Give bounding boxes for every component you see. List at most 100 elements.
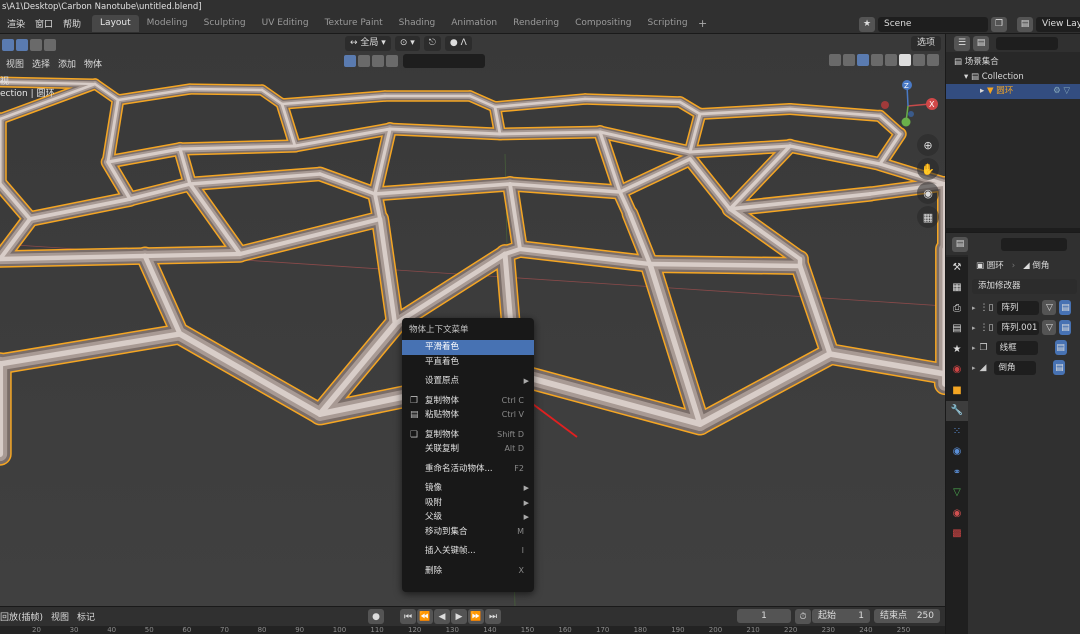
- menu-item-set-origin[interactable]: 设置原点 ▶: [402, 374, 534, 389]
- object-menu[interactable]: 物体: [84, 57, 102, 70]
- menu-item-shade-smooth[interactable]: 平滑着色: [402, 340, 534, 355]
- menu-item-parent[interactable]: 父级 ▶: [402, 510, 534, 525]
- select-invert-icon[interactable]: [44, 39, 56, 51]
- tab-scripting[interactable]: Scripting: [640, 15, 696, 32]
- particles-tab-icon[interactable]: ⁙: [946, 421, 968, 442]
- modifier-bevel[interactable]: ▸ ◢ 倒角 ▤: [972, 360, 1080, 375]
- expand-arrow-icon[interactable]: ▸: [972, 344, 976, 352]
- texture-tab-icon[interactable]: ▩: [946, 524, 968, 545]
- material-tab-icon[interactable]: ◉: [946, 503, 968, 524]
- marker-menu[interactable]: 标记: [77, 610, 95, 623]
- viewport-toggle-icon[interactable]: ▤: [1059, 300, 1072, 315]
- output-tab-icon[interactable]: ⎙: [946, 298, 968, 319]
- transform-orientation-dropdown[interactable]: ↔ 全局 ▾: [345, 36, 391, 51]
- zoom-icon[interactable]: ⊕: [917, 134, 939, 156]
- menu-item-delete[interactable]: 删除 X: [402, 564, 534, 579]
- properties-search-input[interactable]: [1001, 237, 1067, 251]
- editor-type-icon[interactable]: ☰: [954, 35, 970, 51]
- render-tab-icon[interactable]: ▦: [946, 278, 968, 299]
- add-menu[interactable]: 添加: [58, 57, 76, 70]
- tab-uv-editing[interactable]: UV Editing: [254, 15, 317, 32]
- pivot-dropdown[interactable]: ⊙ ▾: [394, 36, 420, 51]
- modifier-name-field[interactable]: 阵列.001: [997, 320, 1040, 335]
- timeline-ruler[interactable]: 20 30 40 50 60 70 80 90 100 110 120 130 140 150 160 170…: [0, 626, 945, 634]
- view-layer-tab-icon[interactable]: ▤: [946, 319, 968, 340]
- data-tab-icon[interactable]: ▽: [946, 483, 968, 504]
- menu-item-snap[interactable]: 吸附 ▶: [402, 496, 534, 511]
- filter-mesh-icon[interactable]: [344, 55, 356, 67]
- scene-icon[interactable]: ★: [859, 16, 875, 32]
- menu-item-duplicate-object[interactable]: ❏ 复制物体 Shift D: [402, 428, 534, 443]
- filter-light-icon[interactable]: [358, 55, 370, 67]
- 3d-viewport[interactable]: ↔ 全局 ▾ ⊙ ▾ ⎋ ● Λ 选项 视图 选择 添加 物体 视 ection…: [0, 34, 945, 606]
- constraints-tab-icon[interactable]: ⚭: [946, 462, 968, 483]
- jump-start-icon[interactable]: ⏮: [400, 609, 416, 624]
- add-workspace-button[interactable]: +: [696, 17, 710, 30]
- modifier-wrench-icon[interactable]: ⚙ ▽: [1053, 84, 1070, 99]
- jump-end-icon[interactable]: ⏭: [485, 609, 501, 624]
- menu-item-move-to-collection[interactable]: 移动到集合 M: [402, 525, 534, 540]
- world-tab-icon[interactable]: ◉: [946, 360, 968, 381]
- viewport-toggle-icon[interactable]: ▤: [1054, 340, 1067, 355]
- tool-tab-icon[interactable]: ⚒: [946, 257, 968, 278]
- select-box-icon[interactable]: [2, 39, 14, 51]
- playback-menu[interactable]: 回放(插帧): [0, 610, 43, 623]
- wireframe-shading-icon[interactable]: [885, 54, 897, 66]
- modifier-tab-icon[interactable]: 🔧: [946, 400, 968, 421]
- viewport-toggle-icon[interactable]: ▤: [1053, 360, 1066, 375]
- edit-mode-toggle-icon[interactable]: ▽: [1042, 300, 1057, 315]
- outliner-search-input[interactable]: [996, 36, 1058, 50]
- modifier-array-001[interactable]: ▸ ⋮▯ 阵列.001 ▽ ▤: [972, 320, 1080, 335]
- view-menu[interactable]: 视图: [6, 57, 24, 70]
- new-scene-icon[interactable]: ❐: [991, 16, 1007, 32]
- perspective-grid-icon[interactable]: ▦: [917, 206, 939, 228]
- menu-help[interactable]: 帮助: [58, 17, 86, 30]
- modifier-name-field[interactable]: 阵列: [997, 300, 1040, 315]
- timeline-view-menu[interactable]: 视图: [51, 610, 69, 623]
- record-keyframe-icon[interactable]: ●: [368, 609, 384, 624]
- current-frame-field[interactable]: 1: [737, 609, 791, 623]
- select-subtract-icon[interactable]: [30, 39, 42, 51]
- start-frame-field[interactable]: 起始 1: [812, 609, 870, 623]
- play-icon[interactable]: ▶: [451, 609, 467, 624]
- expand-arrow-icon[interactable]: ▸: [972, 364, 976, 372]
- menu-item-paste-object[interactable]: ▤ 粘贴物体 Ctrl V: [402, 408, 534, 423]
- menu-item-shade-flat[interactable]: 平直着色: [402, 355, 534, 370]
- filter-empty-icon[interactable]: [386, 55, 398, 67]
- visibility-icon[interactable]: [829, 54, 841, 66]
- view-layer-icon[interactable]: ▤: [1017, 16, 1033, 32]
- menu-item-duplicate-linked[interactable]: 关联复制 Alt D: [402, 442, 534, 457]
- outliner-scene-collection[interactable]: ▤ 场景集合: [946, 55, 1080, 70]
- snap-toggle[interactable]: ⎋: [423, 36, 441, 51]
- menu-item-insert-keyframe[interactable]: 插入关键帧... I: [402, 544, 534, 559]
- outliner-collection[interactable]: ▾ ▤ Collection: [946, 70, 1080, 85]
- expand-arrow-icon[interactable]: ▸: [972, 324, 976, 332]
- gizmo-icon[interactable]: [843, 54, 855, 66]
- tab-rendering[interactable]: Rendering: [505, 15, 567, 32]
- filter-camera-icon[interactable]: [372, 55, 384, 67]
- material-shading-icon[interactable]: [913, 54, 925, 66]
- options-dropdown[interactable]: 选项: [910, 36, 941, 51]
- scene-tab-icon[interactable]: ★: [946, 339, 968, 360]
- navigation-gizmo[interactable]: X Z: [878, 80, 942, 130]
- scene-name-field[interactable]: Scene: [878, 16, 988, 32]
- modifier-name-field[interactable]: 倒角: [994, 360, 1037, 375]
- solid-shading-icon[interactable]: [899, 54, 911, 66]
- end-frame-field[interactable]: 结束点 250: [874, 609, 940, 623]
- expand-arrow-icon[interactable]: ▸: [972, 304, 976, 312]
- menu-window[interactable]: 窗口: [30, 17, 58, 30]
- tab-animation[interactable]: Animation: [443, 15, 505, 32]
- display-mode-icon[interactable]: ▤: [973, 35, 989, 51]
- select-menu[interactable]: 选择: [32, 57, 50, 70]
- play-reverse-icon[interactable]: ◀: [434, 609, 450, 624]
- menu-render[interactable]: 渲染: [2, 17, 30, 30]
- proportional-edit-toggle[interactable]: ● Λ: [444, 36, 472, 51]
- view-layer-field[interactable]: View Laye: [1036, 16, 1080, 32]
- camera-view-icon[interactable]: ◉: [917, 182, 939, 204]
- add-modifier-dropdown[interactable]: 添加修改器: [972, 279, 1077, 294]
- tab-layout[interactable]: Layout: [92, 15, 139, 32]
- viewport-toggle-icon[interactable]: ▤: [1059, 320, 1072, 335]
- tab-compositing[interactable]: Compositing: [567, 15, 639, 32]
- next-keyframe-icon[interactable]: ⏩: [468, 609, 484, 624]
- rendered-shading-icon[interactable]: [927, 54, 939, 66]
